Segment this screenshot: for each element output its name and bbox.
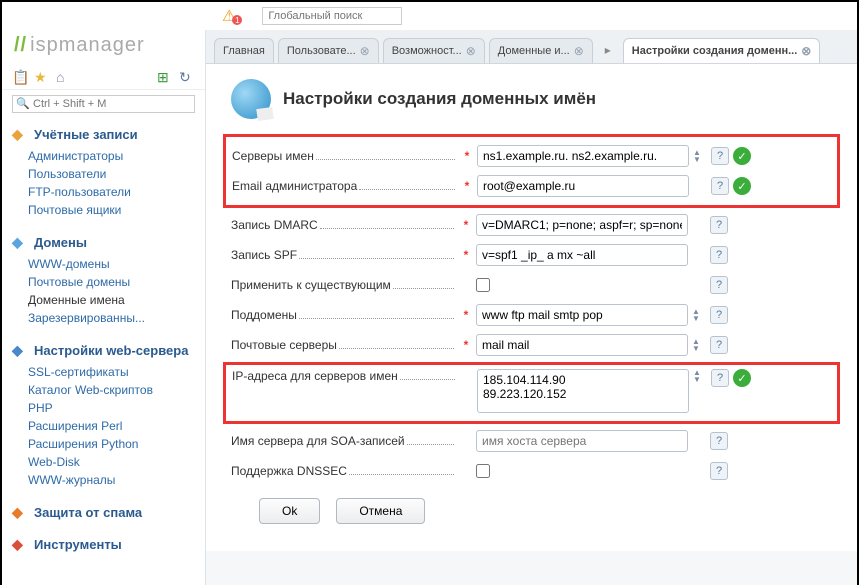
required-marker: *: [460, 218, 472, 232]
tab-bar: ГлавнаяПользовате...⊗Возможност...⊗Домен…: [206, 30, 857, 64]
sub-stepper[interactable]: ▲▼: [692, 308, 706, 322]
ns-stepper[interactable]: ▲▼: [693, 149, 707, 163]
sub-label: Поддомены: [231, 308, 297, 322]
required-marker: *: [461, 149, 473, 163]
close-icon[interactable]: ⊗: [466, 44, 476, 58]
help-icon[interactable]: ?: [710, 336, 728, 354]
email-input[interactable]: [477, 175, 689, 197]
help-icon[interactable]: ?: [710, 216, 728, 234]
list-icon[interactable]: 📋: [12, 69, 28, 85]
help-icon[interactable]: ?: [711, 147, 729, 165]
menu-item[interactable]: Расширения Python: [28, 435, 205, 453]
quick-search-input[interactable]: [12, 95, 195, 113]
menu-item[interactable]: Зарезервированны...: [28, 309, 205, 327]
page-title: Настройки создания доменных имён: [283, 89, 596, 109]
menu-item[interactable]: Пользователи: [28, 165, 205, 183]
menu-item[interactable]: Администраторы: [28, 147, 205, 165]
global-search-input[interactable]: [262, 7, 402, 25]
check-icon: ✓: [733, 177, 751, 195]
required-marker: *: [461, 179, 473, 193]
help-icon[interactable]: ?: [711, 369, 729, 387]
help-icon[interactable]: ?: [710, 306, 728, 324]
ns-input[interactable]: [477, 145, 689, 167]
sidebar-toolbar: 📋 ★ ⌂ ⊞ ↻: [2, 65, 205, 90]
refresh-icon[interactable]: ↻: [179, 69, 195, 85]
menu-group-header[interactable]: ◆Инструменты: [2, 531, 205, 557]
sidebar: //ispmanager 📋 ★ ⌂ ⊞ ↻ 🔍 ◆Учётные записи…: [2, 30, 206, 585]
app-logo: //ispmanager: [2, 30, 205, 65]
menu-item[interactable]: Web-Disk: [28, 453, 205, 471]
menu-item[interactable]: FTP-пользователи: [28, 183, 205, 201]
dmarc-input[interactable]: [476, 214, 688, 236]
check-icon: ✓: [733, 147, 751, 165]
menu-item[interactable]: Расширения Perl: [28, 417, 205, 435]
ip-input[interactable]: [477, 369, 689, 413]
ok-button[interactable]: Ok: [259, 498, 320, 524]
menu-group-header[interactable]: ◆Учётные записи: [2, 121, 205, 147]
menu-item[interactable]: Почтовые ящики: [28, 201, 205, 219]
help-icon[interactable]: ?: [710, 462, 728, 480]
main-content: ГлавнаяПользовате...⊗Возможност...⊗Домен…: [206, 30, 857, 585]
mx-input[interactable]: [476, 334, 688, 356]
dnssec-checkbox[interactable]: [476, 464, 490, 478]
menu-item[interactable]: WWW-журналы: [28, 471, 205, 489]
check-icon: ✓: [733, 369, 751, 387]
menu-item[interactable]: Доменные имена: [28, 291, 205, 309]
globe-icon: [231, 79, 271, 119]
spf-input[interactable]: [476, 244, 688, 266]
sub-input[interactable]: [476, 304, 688, 326]
apply-checkbox[interactable]: [476, 278, 490, 292]
home-icon[interactable]: ⌂: [56, 69, 72, 85]
search-icon: 🔍: [16, 97, 30, 110]
menu-group-header[interactable]: ◆Домены: [2, 229, 205, 255]
dmarc-label: Запись DMARC: [231, 218, 318, 232]
dnssec-label: Поддержка DNSSEC: [231, 464, 347, 478]
tab[interactable]: Возможност...⊗: [383, 38, 485, 63]
menu-group-header[interactable]: ◆Защита от спама: [2, 499, 205, 525]
tab[interactable]: Доменные и...⊗: [489, 38, 593, 63]
tab[interactable]: Настройки создания доменн...⊗: [623, 38, 821, 63]
help-icon[interactable]: ?: [710, 276, 728, 294]
menu-item[interactable]: Каталог Web-скриптов: [28, 381, 205, 399]
help-icon[interactable]: ?: [711, 177, 729, 195]
mx-stepper[interactable]: ▲▼: [692, 338, 706, 352]
tab-overflow-arrow[interactable]: ▸: [597, 38, 619, 63]
mx-label: Почтовые серверы: [231, 338, 337, 352]
required-marker: *: [460, 308, 472, 322]
warning-badge: 1: [232, 15, 242, 25]
tab[interactable]: Главная: [214, 38, 274, 63]
spf-label: Запись SPF: [231, 248, 297, 262]
menu-item[interactable]: SSL-сертификаты: [28, 363, 205, 381]
star-icon[interactable]: ★: [34, 69, 50, 85]
ns-label: Серверы имен: [232, 149, 314, 163]
required-marker: *: [460, 338, 472, 352]
help-icon[interactable]: ?: [710, 246, 728, 264]
ip-label: IP-адреса для серверов имен: [232, 369, 398, 383]
menu-item[interactable]: PHP: [28, 399, 205, 417]
soa-input[interactable]: [476, 430, 688, 452]
help-icon[interactable]: ?: [710, 432, 728, 450]
cancel-button[interactable]: Отмена: [336, 498, 425, 524]
close-icon[interactable]: ⊗: [360, 44, 370, 58]
tab[interactable]: Пользовате...⊗: [278, 38, 379, 63]
soa-label: Имя сервера для SOA-записей: [231, 434, 405, 448]
ip-stepper[interactable]: ▲▼: [693, 369, 707, 383]
close-icon[interactable]: ⊗: [574, 44, 584, 58]
menu-group-header[interactable]: ◆Настройки web-сервера: [2, 337, 205, 363]
close-icon[interactable]: ⊗: [801, 44, 811, 58]
apply-label: Применить к существующим: [231, 278, 391, 292]
add-icon[interactable]: ⊞: [157, 69, 173, 85]
menu-item[interactable]: Почтовые домены: [28, 273, 205, 291]
required-marker: *: [460, 248, 472, 262]
email-label: Email администратора: [232, 179, 357, 193]
menu-item[interactable]: WWW-домены: [28, 255, 205, 273]
